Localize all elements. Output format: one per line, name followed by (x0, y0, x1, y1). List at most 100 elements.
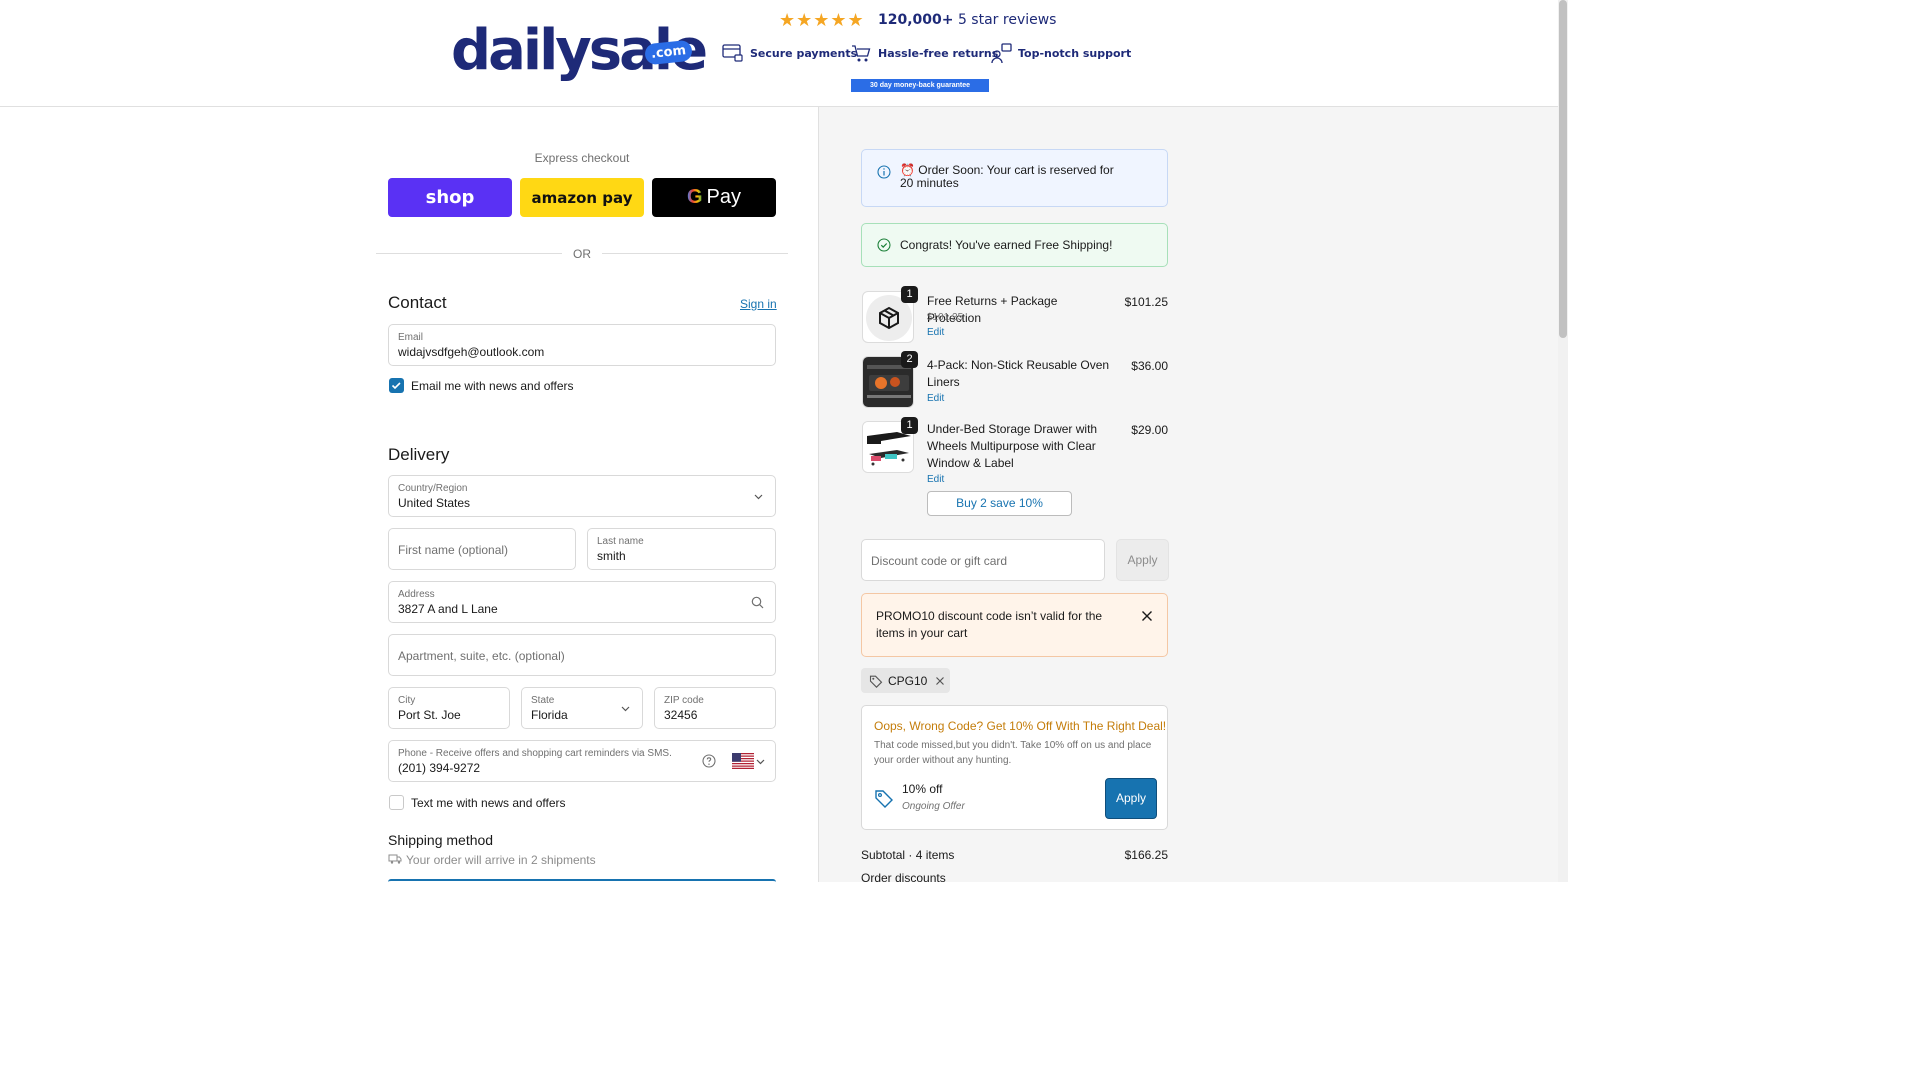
promo-error-banner: PROMO10 discount code isn’t valid for th… (861, 593, 1168, 657)
tag-icon (875, 790, 893, 808)
offer-ongoing-label: Ongoing Offer (902, 801, 965, 812)
reviews-number: 120,000+ (878, 12, 954, 28)
us-flag-icon[interactable] (732, 753, 754, 769)
support-chat-icon (991, 43, 1012, 64)
country-value: United States (398, 496, 471, 510)
truck-icon (388, 854, 402, 864)
tag-icon (869, 675, 883, 688)
sign-in-link[interactable]: Sign in (740, 297, 777, 311)
order-soon-text: ⏰ Order Soon: Your cart is reserved for … (900, 163, 1114, 190)
applied-code-chip: CPG10 (861, 668, 950, 693)
shipping-method-heading: Shipping method (388, 832, 494, 848)
shipment-note: Your order will arrive in 2 shipments (406, 853, 596, 867)
item-price: $29.00 (1131, 423, 1168, 437)
email-label: Email (398, 332, 424, 343)
google-pay-label: Pay (706, 186, 742, 208)
buy-2-save-button[interactable]: Buy 2 save 10% (927, 491, 1072, 516)
chevron-down-icon[interactable] (756, 757, 765, 766)
last-name-value: smith (597, 549, 626, 563)
order-discounts-label: Order discounts (861, 871, 946, 885)
scrollbar-thumb[interactable] (1559, 0, 1567, 338)
applied-code-text: CPG10 (888, 673, 928, 688)
apartment-field[interactable]: Apartment, suite, etc. (optional) (388, 634, 776, 676)
item-edit-link[interactable]: Edit (927, 474, 944, 485)
rating-stars-icon: ★★★★★ (779, 10, 865, 30)
item-name: Under-Bed Storage Drawer with Wheels Mul… (927, 422, 1098, 470)
item-quantity-badge: 2 (901, 351, 918, 368)
item-price: $101.25 (1124, 295, 1168, 309)
discount-code-input[interactable]: Discount code or gift card (861, 539, 1105, 581)
item-quantity-badge: 1 (901, 286, 918, 303)
email-value: widajvsdfgeh@outlook.com (398, 345, 545, 359)
last-name-label: Last name (597, 536, 644, 547)
or-divider-right (602, 253, 788, 254)
cart-return-icon (852, 45, 871, 62)
sms-news-checkbox[interactable] (389, 795, 404, 810)
sms-news-label: Text me with news and offers (411, 796, 566, 810)
trust-label: Secure payments (750, 46, 858, 60)
close-icon[interactable] (1141, 610, 1153, 622)
item-edit-link[interactable]: Edit (927, 393, 944, 404)
delivery-heading: Delivery (388, 445, 450, 464)
chevron-down-icon (621, 706, 630, 712)
logo-trademark: TM (683, 64, 692, 70)
money-back-guarantee-badge: 30 day money-back guarantee (851, 79, 989, 92)
subtotal-label: Subtotal · 4 items (861, 848, 955, 862)
apartment-placeholder: Apartment, suite, etc. (optional) (398, 649, 565, 663)
reviews-label: 5 star reviews (953, 12, 1057, 28)
item-edit-link[interactable]: Edit (927, 327, 944, 338)
first-name-field[interactable]: First name (optional) (388, 528, 576, 570)
trust-label: Top-notch support (1018, 46, 1132, 60)
amazon-pay-button[interactable]: amazon pay (520, 178, 644, 217)
city-label: City (398, 695, 416, 706)
email-news-checkbox[interactable] (389, 378, 404, 393)
phone-label: Phone - Receive offers and shopping cart… (398, 748, 672, 759)
phone-field[interactable]: Phone - Receive offers and shopping cart… (388, 740, 776, 782)
address-field[interactable]: Address 3827 A and L Lane (388, 581, 776, 623)
contact-heading: Contact (388, 293, 447, 312)
email-field[interactable]: Email widajvsdfgeh@outlook.com (388, 324, 776, 366)
state-select[interactable]: State Florida (521, 687, 643, 729)
offer-title: Oops, Wrong Code? Get 10% Off With The R… (874, 719, 1167, 733)
order-discounts-row: Order discounts (861, 871, 1168, 885)
remove-code-icon[interactable] (935, 676, 945, 686)
offer-box: Oops, Wrong Code? Get 10% Off With The R… (861, 705, 1168, 830)
offer-percent: 10% off (902, 782, 943, 796)
last-name-field[interactable]: Last name smith (587, 528, 776, 570)
or-divider-text: OR (573, 247, 591, 261)
shop-pay-button[interactable]: shop (388, 178, 512, 217)
first-name-placeholder: First name (optional) (398, 543, 509, 557)
trust-hassle-free-returns: Hassle-free returns (850, 42, 998, 64)
checkmark-icon (391, 382, 401, 390)
item-quantity-badge: 1 (901, 417, 918, 434)
subtotal-value: $166.25 (1124, 848, 1168, 862)
zip-field[interactable]: ZIP code 32456 (654, 687, 776, 729)
address-value: 3827 A and L Lane (398, 602, 498, 616)
city-field[interactable]: City Port St. Joe (388, 687, 510, 729)
item-price: $36.00 (1131, 359, 1168, 373)
subtotal-row: Subtotal · 4 items $166.25 (861, 848, 1168, 862)
dailysale-logo[interactable]: dailysale .com TM (451, 18, 708, 86)
chevron-down-icon (754, 494, 763, 500)
item-subprice: $101.25 (927, 312, 964, 323)
phone-value: (201) 394-9272 (398, 761, 481, 775)
apply-discount-button[interactable]: Apply (1116, 539, 1169, 581)
google-g-icon: G (686, 186, 703, 208)
country-select[interactable]: Country/Region United States (388, 475, 776, 517)
apply-offer-button[interactable]: Apply (1105, 778, 1157, 819)
free-shipping-text: Congrats! You've earned Free Shipping! (900, 238, 1113, 252)
credit-card-lock-icon (722, 44, 743, 62)
or-divider-left (376, 253, 562, 254)
shipping-option-box[interactable] (388, 879, 776, 882)
help-icon[interactable] (702, 754, 716, 768)
city-value: Port St. Joe (398, 708, 461, 722)
state-label: State (531, 695, 555, 706)
zip-value: 32456 (664, 708, 698, 722)
search-icon[interactable] (751, 596, 764, 609)
order-soon-notice: ⏰ Order Soon: Your cart is reserved for … (861, 149, 1168, 207)
page-scrollbar[interactable] (1558, 0, 1568, 882)
express-checkout-label: Express checkout (534, 151, 630, 165)
google-pay-button[interactable]: G Pay (652, 178, 776, 217)
item-name: 4-Pack: Non-Stick Reusable Oven Liners (927, 358, 1110, 389)
zip-label: ZIP code (664, 695, 704, 706)
